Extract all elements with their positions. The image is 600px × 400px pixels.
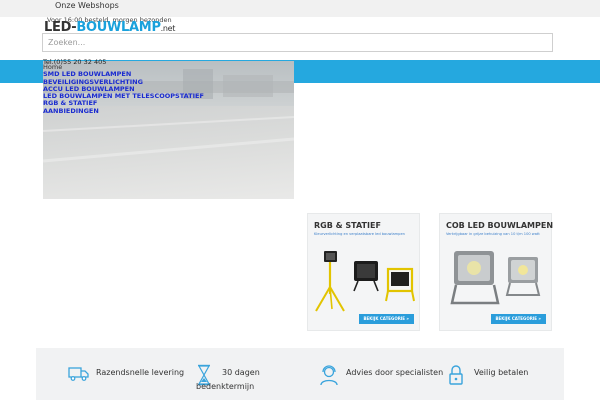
category-card-rgb-statief[interactable]: RGB & STATIEF Kleurverlichting en verpla… [307, 213, 420, 331]
truck-icon [68, 367, 89, 381]
search-input[interactable] [42, 33, 553, 52]
category-title: COB LED BOUWLAMPEN [446, 221, 554, 230]
category-subtitle: Verkrijgbaar in grijze behuizing van 10 … [446, 232, 540, 236]
usp-delivery-label: Razendsnelle levering [96, 368, 185, 377]
top-bar: Onze Webshops [0, 0, 600, 17]
logo-part-net: .net [160, 24, 176, 33]
usp-return-label-line1: 30 dagen [222, 368, 260, 377]
category-card-cob-led[interactable]: COB LED BOUWLAMPEN Verkrijgbaar in grijz… [439, 213, 554, 331]
cob-led-product-image [450, 251, 541, 305]
view-category-button[interactable]: BEKIJK CATEGORIE » [358, 314, 414, 324]
webshops-link[interactable]: Onze Webshops [55, 1, 119, 10]
usp-payment-label: Veilig betalen [474, 368, 529, 377]
main-menu: Home SMD LED bouwlampen Beveiligingsverl… [43, 63, 204, 115]
support-agent-icon [320, 365, 338, 386]
lock-icon [449, 365, 463, 385]
category-title: RGB & STATIEF [314, 221, 381, 230]
view-category-button[interactable]: BEKIJK CATEGORIE » [490, 314, 546, 324]
usp-bar: Razendsnelle levering 30 dagen bedenkter… [36, 348, 564, 400]
category-subtitle: Kleurverlichting en verplaatsbare led bo… [314, 232, 405, 236]
rgb-statief-product-image [315, 251, 415, 312]
usp-return-label-line2: bedenktermijn [196, 382, 255, 391]
usp-advice-label: Advies door specialisten [346, 368, 444, 377]
menu-item-aanbiedingen[interactable]: Aanbiedingen [43, 107, 204, 115]
